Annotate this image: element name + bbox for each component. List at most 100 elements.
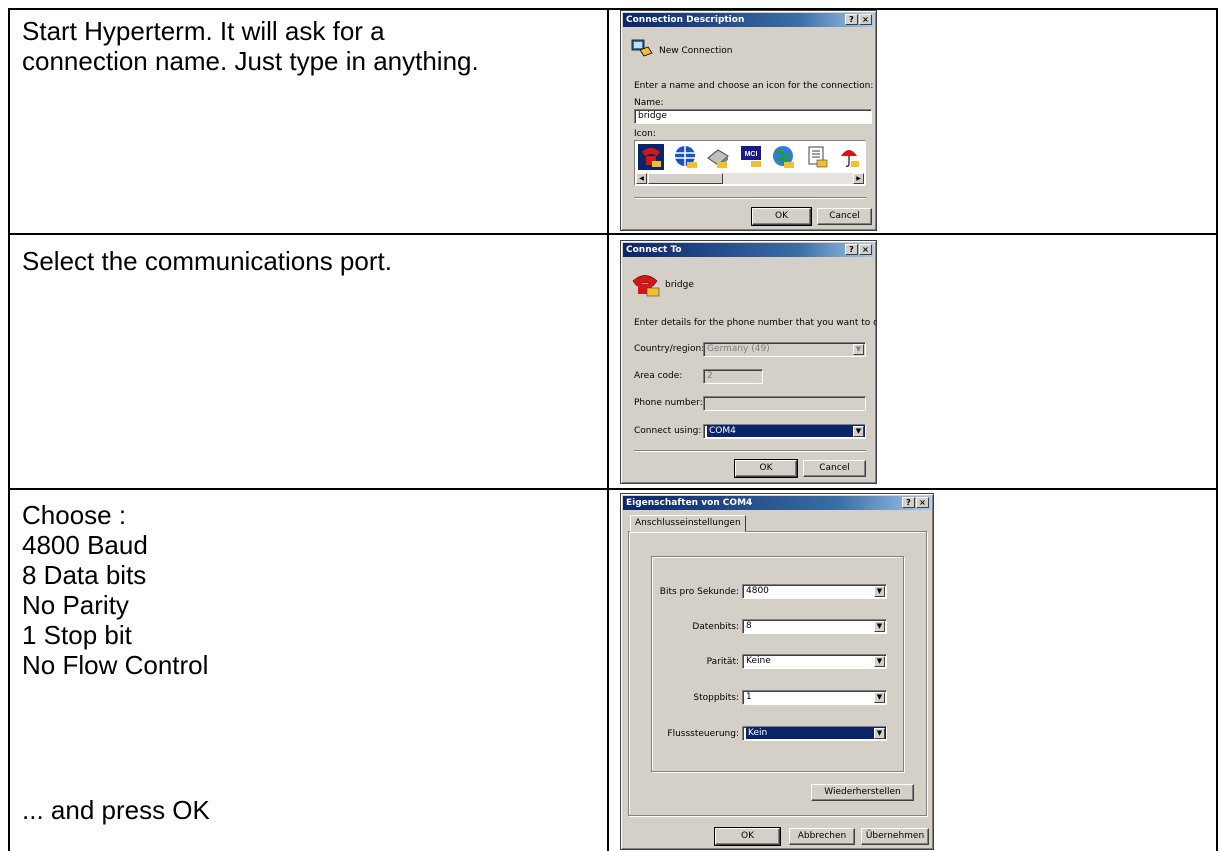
help-button[interactable]: ?: [845, 14, 858, 25]
row-2-instructions: Select the communications port.: [22, 246, 392, 276]
connection-prompt: Enter a name and choose an icon for the …: [634, 81, 874, 91]
connect-to-dialog: Connect To ? × bridge Enter details for …: [620, 240, 877, 484]
bits-per-second-label: Bits pro Sekunde:: [659, 587, 739, 597]
modem-icon[interactable]: [705, 144, 731, 170]
column-divider: [607, 10, 609, 851]
new-connection-heading: New Connection: [659, 46, 733, 56]
row-3-footer: ... and press OK: [22, 795, 210, 825]
com4-properties-dialog: Eigenschaften von COM4 ? × Anschlusseins…: [620, 493, 934, 850]
parity-value: Keine: [746, 656, 771, 666]
instruction-line: Choose :: [22, 500, 127, 530]
phone-number-label: Phone number:: [634, 398, 703, 408]
ok-button[interactable]: OK: [751, 207, 812, 226]
instruction-line: connection name. Just type in anything.: [22, 46, 479, 76]
instruction-line: Start Hyperterm. It will ask for a: [22, 16, 385, 46]
close-button[interactable]: ×: [916, 497, 929, 508]
phone-icon: [632, 275, 660, 297]
scroll-right-arrow-icon[interactable]: ▶: [853, 173, 864, 184]
globe-icon[interactable]: [673, 144, 699, 170]
connection-description-dialog: Connection Description ? × New Connectio…: [620, 10, 877, 231]
chevron-down-icon[interactable]: ▼: [874, 656, 885, 667]
separator: [634, 197, 866, 199]
dialog-title: Eigenschaften von COM4: [626, 498, 753, 508]
instruction-line: Select the communications port.: [22, 246, 392, 276]
connection-name-heading: bridge: [665, 280, 694, 290]
dialog-title: Connect To: [626, 245, 682, 255]
scroll-left-arrow-icon[interactable]: ◀: [636, 173, 647, 184]
data-bits-select[interactable]: 8 ▼: [742, 619, 887, 634]
new-connection-icon: [631, 39, 653, 57]
apply-button[interactable]: Übernehmen: [861, 828, 929, 845]
separator: [634, 450, 866, 452]
title-bar: Connect To ? ×: [623, 243, 874, 257]
umbrella-icon[interactable]: [837, 144, 863, 170]
phone-number-input: [703, 396, 866, 411]
stop-bits-select[interactable]: 1 ▼: [742, 690, 887, 705]
scroll-thumb[interactable]: [648, 173, 723, 184]
connection-name-value: bridge: [638, 111, 667, 121]
parity-select[interactable]: Keine ▼: [742, 654, 887, 669]
chevron-down-icon[interactable]: ▼: [874, 586, 885, 597]
mci-icon[interactable]: MCI: [739, 144, 765, 170]
chevron-down-icon: ▼: [853, 344, 864, 355]
phone-icon[interactable]: [638, 144, 664, 170]
dial-prompt: Enter details for the phone number that …: [634, 318, 877, 328]
row-3-instructions: Choose : 4800 Baud 8 Data bits No Parity…: [22, 500, 208, 680]
row-1-instructions: Start Hyperterm. It will ask for a conne…: [22, 16, 479, 76]
cancel-button[interactable]: Cancel: [817, 208, 872, 225]
instruction-line: 1 Stop bit: [22, 620, 132, 650]
chevron-down-icon[interactable]: ▼: [874, 728, 885, 739]
close-button[interactable]: ×: [859, 244, 872, 255]
parity-label: Parität:: [706, 657, 739, 667]
icon-scrollbar[interactable]: ◀ ▶: [636, 173, 864, 184]
country-select: Germany (49) ▼: [703, 342, 866, 357]
title-bar: Connection Description ? ×: [623, 13, 874, 27]
instruction-line: No Parity: [22, 590, 129, 620]
ok-button[interactable]: OK: [734, 459, 798, 478]
connect-using-label: Connect using:: [634, 426, 702, 436]
connect-using-value: COM4: [707, 425, 865, 437]
help-button[interactable]: ?: [902, 497, 915, 508]
icon-label: Icon:: [634, 129, 656, 139]
restore-defaults-button[interactable]: Wiederherstellen: [811, 784, 914, 801]
cancel-button[interactable]: Abbrechen: [789, 828, 855, 845]
stop-bits-value: 1: [746, 692, 752, 702]
data-bits-label: Datenbits:: [692, 622, 739, 632]
area-code-label: Area code:: [634, 371, 683, 381]
row-divider: [10, 233, 1216, 235]
country-value: Germany (49): [707, 344, 770, 354]
instruction-line: 8 Data bits: [22, 560, 147, 590]
network-globe-icon[interactable]: [771, 144, 797, 170]
data-bits-value: 8: [746, 621, 752, 631]
close-button[interactable]: ×: [859, 14, 872, 25]
connect-using-select[interactable]: COM4 ▼: [703, 424, 866, 439]
connection-name-input[interactable]: bridge: [634, 109, 872, 124]
chevron-down-icon[interactable]: ▼: [853, 426, 864, 437]
area-code-input: 2: [703, 369, 763, 384]
chevron-down-icon[interactable]: ▼: [874, 692, 885, 703]
stop-bits-label: Stoppbits:: [693, 693, 739, 703]
instruction-line: No Flow Control: [22, 650, 209, 680]
bits-per-second-select[interactable]: 4800 ▼: [742, 584, 887, 599]
documents-icon[interactable]: [805, 144, 831, 170]
dialog-title: Connection Description: [626, 15, 745, 25]
instruction-line: 4800 Baud: [22, 530, 148, 560]
help-button[interactable]: ?: [845, 244, 858, 255]
mci-icon-text: MCI: [745, 151, 758, 158]
name-label: Name:: [634, 98, 664, 108]
area-code-value: 2: [707, 371, 713, 381]
country-label: Country/region:: [634, 344, 705, 354]
cancel-button[interactable]: Cancel: [803, 460, 866, 477]
instruction-table: Start Hyperterm. It will ask for a conne…: [8, 8, 1218, 851]
instruction-line: ... and press OK: [22, 795, 210, 825]
icon-picker[interactable]: MCI ◀ ▶: [634, 140, 866, 186]
chevron-down-icon[interactable]: ▼: [874, 621, 885, 632]
title-bar: Eigenschaften von COM4 ? ×: [623, 496, 931, 510]
tab-port-settings[interactable]: Anschlusseinstellungen: [630, 515, 746, 532]
flow-control-label: Flusssteuerung:: [667, 729, 739, 739]
row-divider: [10, 488, 1216, 490]
flow-control-select[interactable]: Kein ▼: [742, 726, 887, 741]
ok-button[interactable]: OK: [714, 827, 781, 846]
flow-control-value: Kein: [746, 727, 886, 739]
bits-per-second-value: 4800: [746, 586, 769, 596]
